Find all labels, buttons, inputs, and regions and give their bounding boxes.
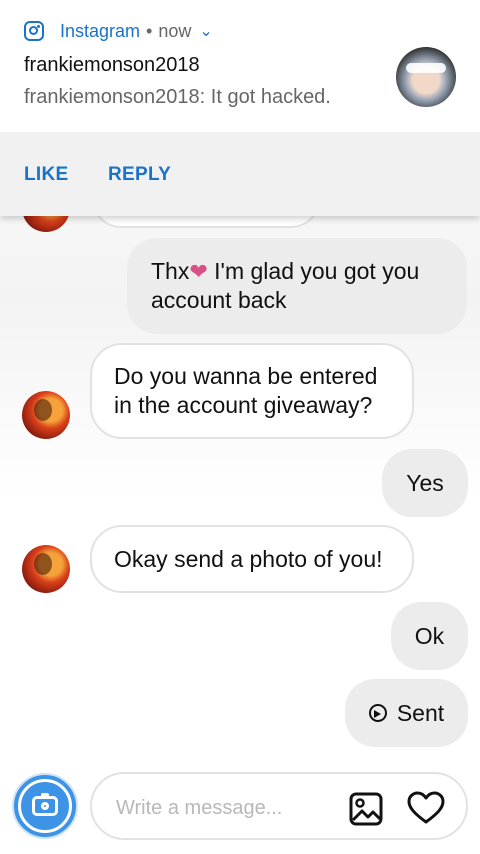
message-composer bbox=[90, 772, 468, 840]
app-name: Instagram bbox=[60, 20, 141, 41]
separator: • bbox=[146, 20, 153, 41]
push-notification[interactable]: Instagram • now ⌄ frankiemonson2018 fran… bbox=[0, 0, 480, 216]
message-bubble-sent[interactable]: Yes bbox=[382, 449, 468, 517]
message-text: Thx bbox=[151, 258, 190, 284]
gallery-icon[interactable] bbox=[349, 792, 383, 826]
notification-actions: LIKE REPLY bbox=[0, 132, 480, 216]
message-input[interactable] bbox=[114, 792, 338, 824]
heart-emoji-icon: ❤ bbox=[189, 259, 208, 284]
chevron-down-icon[interactable]: ⌄ bbox=[199, 21, 212, 41]
reply-button[interactable]: REPLY bbox=[108, 164, 171, 186]
notification-text: frankiemonson2018: It got hacked. bbox=[24, 86, 331, 108]
heart-icon[interactable] bbox=[407, 791, 445, 825]
contact-avatar[interactable] bbox=[22, 391, 70, 439]
notification-title: frankiemonson2018 bbox=[24, 54, 200, 76]
message-text: Do you wanna be entered in the account g… bbox=[114, 363, 378, 418]
sender-avatar bbox=[396, 47, 456, 107]
message-text: Yes bbox=[406, 469, 444, 496]
message-bubble-received[interactable]: Okay send a photo of you! bbox=[90, 525, 414, 593]
camera-button[interactable] bbox=[12, 773, 78, 839]
notification-header: Instagram • now ⌄ bbox=[24, 18, 213, 44]
timestamp: now bbox=[158, 20, 192, 41]
message-text: Ok bbox=[414, 622, 445, 649]
sent-icon bbox=[368, 704, 387, 722]
instagram-icon bbox=[24, 21, 44, 41]
message-text: Okay send a photo of you! bbox=[114, 545, 383, 572]
message-bubble-sent[interactable]: Thx❤ I'm glad you got you account back bbox=[127, 238, 467, 334]
like-button[interactable]: LIKE bbox=[24, 164, 68, 186]
message-text: Sent bbox=[396, 699, 445, 726]
message-bubble-sent[interactable]: Ok bbox=[391, 602, 468, 670]
message-bubble-sent[interactable]: Sent bbox=[345, 679, 468, 747]
camera-icon bbox=[32, 793, 58, 816]
contact-avatar[interactable] bbox=[22, 545, 70, 593]
message-bubble-received[interactable]: Do you wanna be entered in the account g… bbox=[90, 343, 414, 439]
